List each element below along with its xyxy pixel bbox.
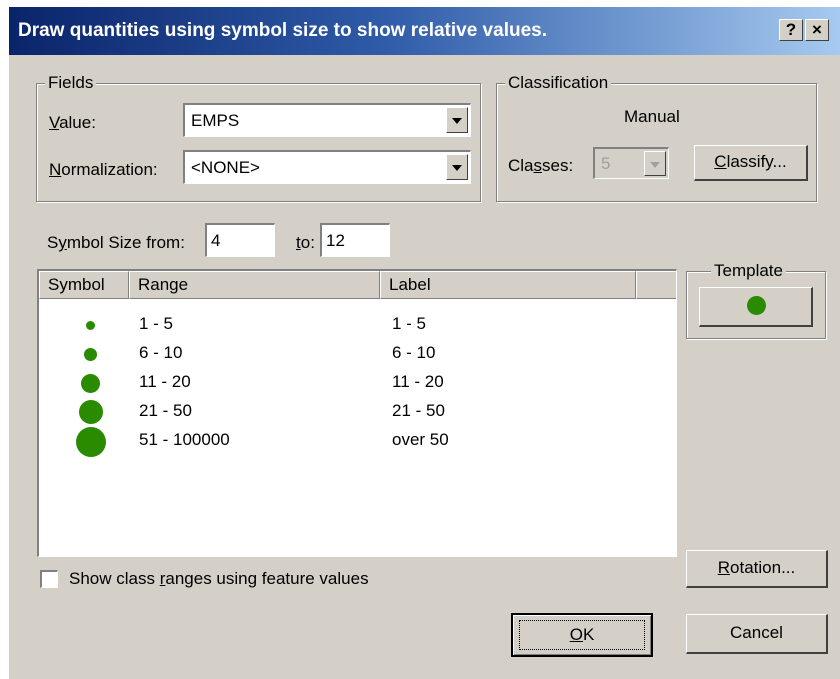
range-cell: 11 - 20 — [139, 372, 191, 391]
symbol-dot-icon — [84, 348, 97, 361]
template-group-title: Template — [711, 261, 786, 281]
label-cell: 6 - 10 — [392, 343, 436, 362]
fields-group: Fields — [36, 73, 481, 202]
classify-button[interactable]: Classify... — [694, 145, 808, 181]
normalization-dropdown-arrow-icon[interactable] — [446, 154, 468, 180]
symbol-dot-icon — [76, 427, 106, 457]
close-button[interactable]: × — [805, 19, 829, 41]
title-bar[interactable]: Draw quantities using symbol size to sho… — [9, 7, 840, 55]
ok-button[interactable]: OK — [511, 613, 653, 657]
symbol-size-to-label: to: — [296, 233, 315, 252]
value-dropdown-text: EMPS — [191, 111, 240, 130]
range-cell: 51 - 100000 — [139, 430, 230, 449]
class-list[interactable]: Symbol Range Label 1 - 5 1 - 5 6 - 10 6 … — [37, 269, 677, 557]
template-symbol-button[interactable] — [699, 287, 813, 327]
classes-dropdown-text: 5 — [601, 154, 611, 173]
classes-dropdown-arrow-icon — [644, 151, 666, 176]
classes-label: Classes: — [508, 156, 574, 175]
column-header-label[interactable]: Label — [380, 271, 636, 299]
value-dropdown-arrow-icon[interactable] — [446, 107, 468, 133]
table-row[interactable]: 6 - 10 6 - 10 — [39, 341, 676, 370]
value-dropdown[interactable]: EMPS — [183, 103, 471, 137]
symbol-size-from-value: 4 — [211, 231, 221, 250]
column-header-filler — [636, 271, 676, 299]
label-cell: 11 - 20 — [392, 372, 444, 391]
normalization-dropdown[interactable]: <NONE> — [183, 150, 471, 184]
range-cell: 21 - 50 — [139, 401, 192, 420]
symbol-size-dialog: Draw quantities using symbol size to sho… — [8, 6, 840, 679]
table-row[interactable]: 21 - 50 21 - 50 — [39, 399, 676, 428]
symbol-size-to-input[interactable]: 12 — [320, 223, 390, 257]
classification-method: Manual — [624, 107, 680, 126]
table-row[interactable]: 1 - 5 1 - 5 — [39, 312, 676, 341]
symbol-dot-icon — [86, 321, 95, 330]
classification-group-title: Classification — [505, 73, 612, 93]
symbol-dot-icon — [81, 374, 100, 393]
classification-group: Classification — [496, 73, 817, 202]
table-row[interactable]: 11 - 20 11 - 20 — [39, 370, 676, 399]
range-cell: 6 - 10 — [139, 343, 183, 362]
column-header-range[interactable]: Range — [129, 271, 380, 299]
rotation-button[interactable]: Rotation... — [686, 550, 828, 588]
range-cell: 1 - 5 — [139, 314, 174, 333]
template-symbol-icon — [747, 296, 766, 315]
dialog-title: Draw quantities using symbol size to sho… — [18, 20, 547, 41]
label-cell: 21 - 50 — [392, 401, 445, 420]
cancel-button[interactable]: Cancel — [686, 614, 828, 654]
symbol-size-to-value: 12 — [326, 231, 345, 250]
normalization-dropdown-text: <NONE> — [191, 158, 260, 177]
symbol-size-from-label: Symbol Size from: — [47, 233, 185, 252]
classes-dropdown: 5 — [593, 147, 669, 179]
show-class-ranges-checkbox[interactable] — [40, 570, 58, 588]
column-header-symbol[interactable]: Symbol — [39, 271, 129, 299]
fields-group-title: Fields — [45, 73, 97, 93]
normalization-label: Normalization: — [49, 160, 158, 179]
value-label: Value: — [49, 113, 96, 132]
help-button[interactable]: ? — [779, 19, 803, 41]
label-cell: over 50 — [392, 430, 449, 449]
label-cell: 1 - 5 — [392, 314, 427, 333]
ok-focus-rect — [519, 620, 645, 650]
symbol-size-from-input[interactable]: 4 — [205, 223, 275, 257]
show-class-ranges-label[interactable]: Show class ranges using feature values — [69, 569, 369, 589]
table-row[interactable]: 51 - 100000 over 50 — [39, 427, 676, 457]
symbol-dot-icon — [79, 400, 103, 424]
